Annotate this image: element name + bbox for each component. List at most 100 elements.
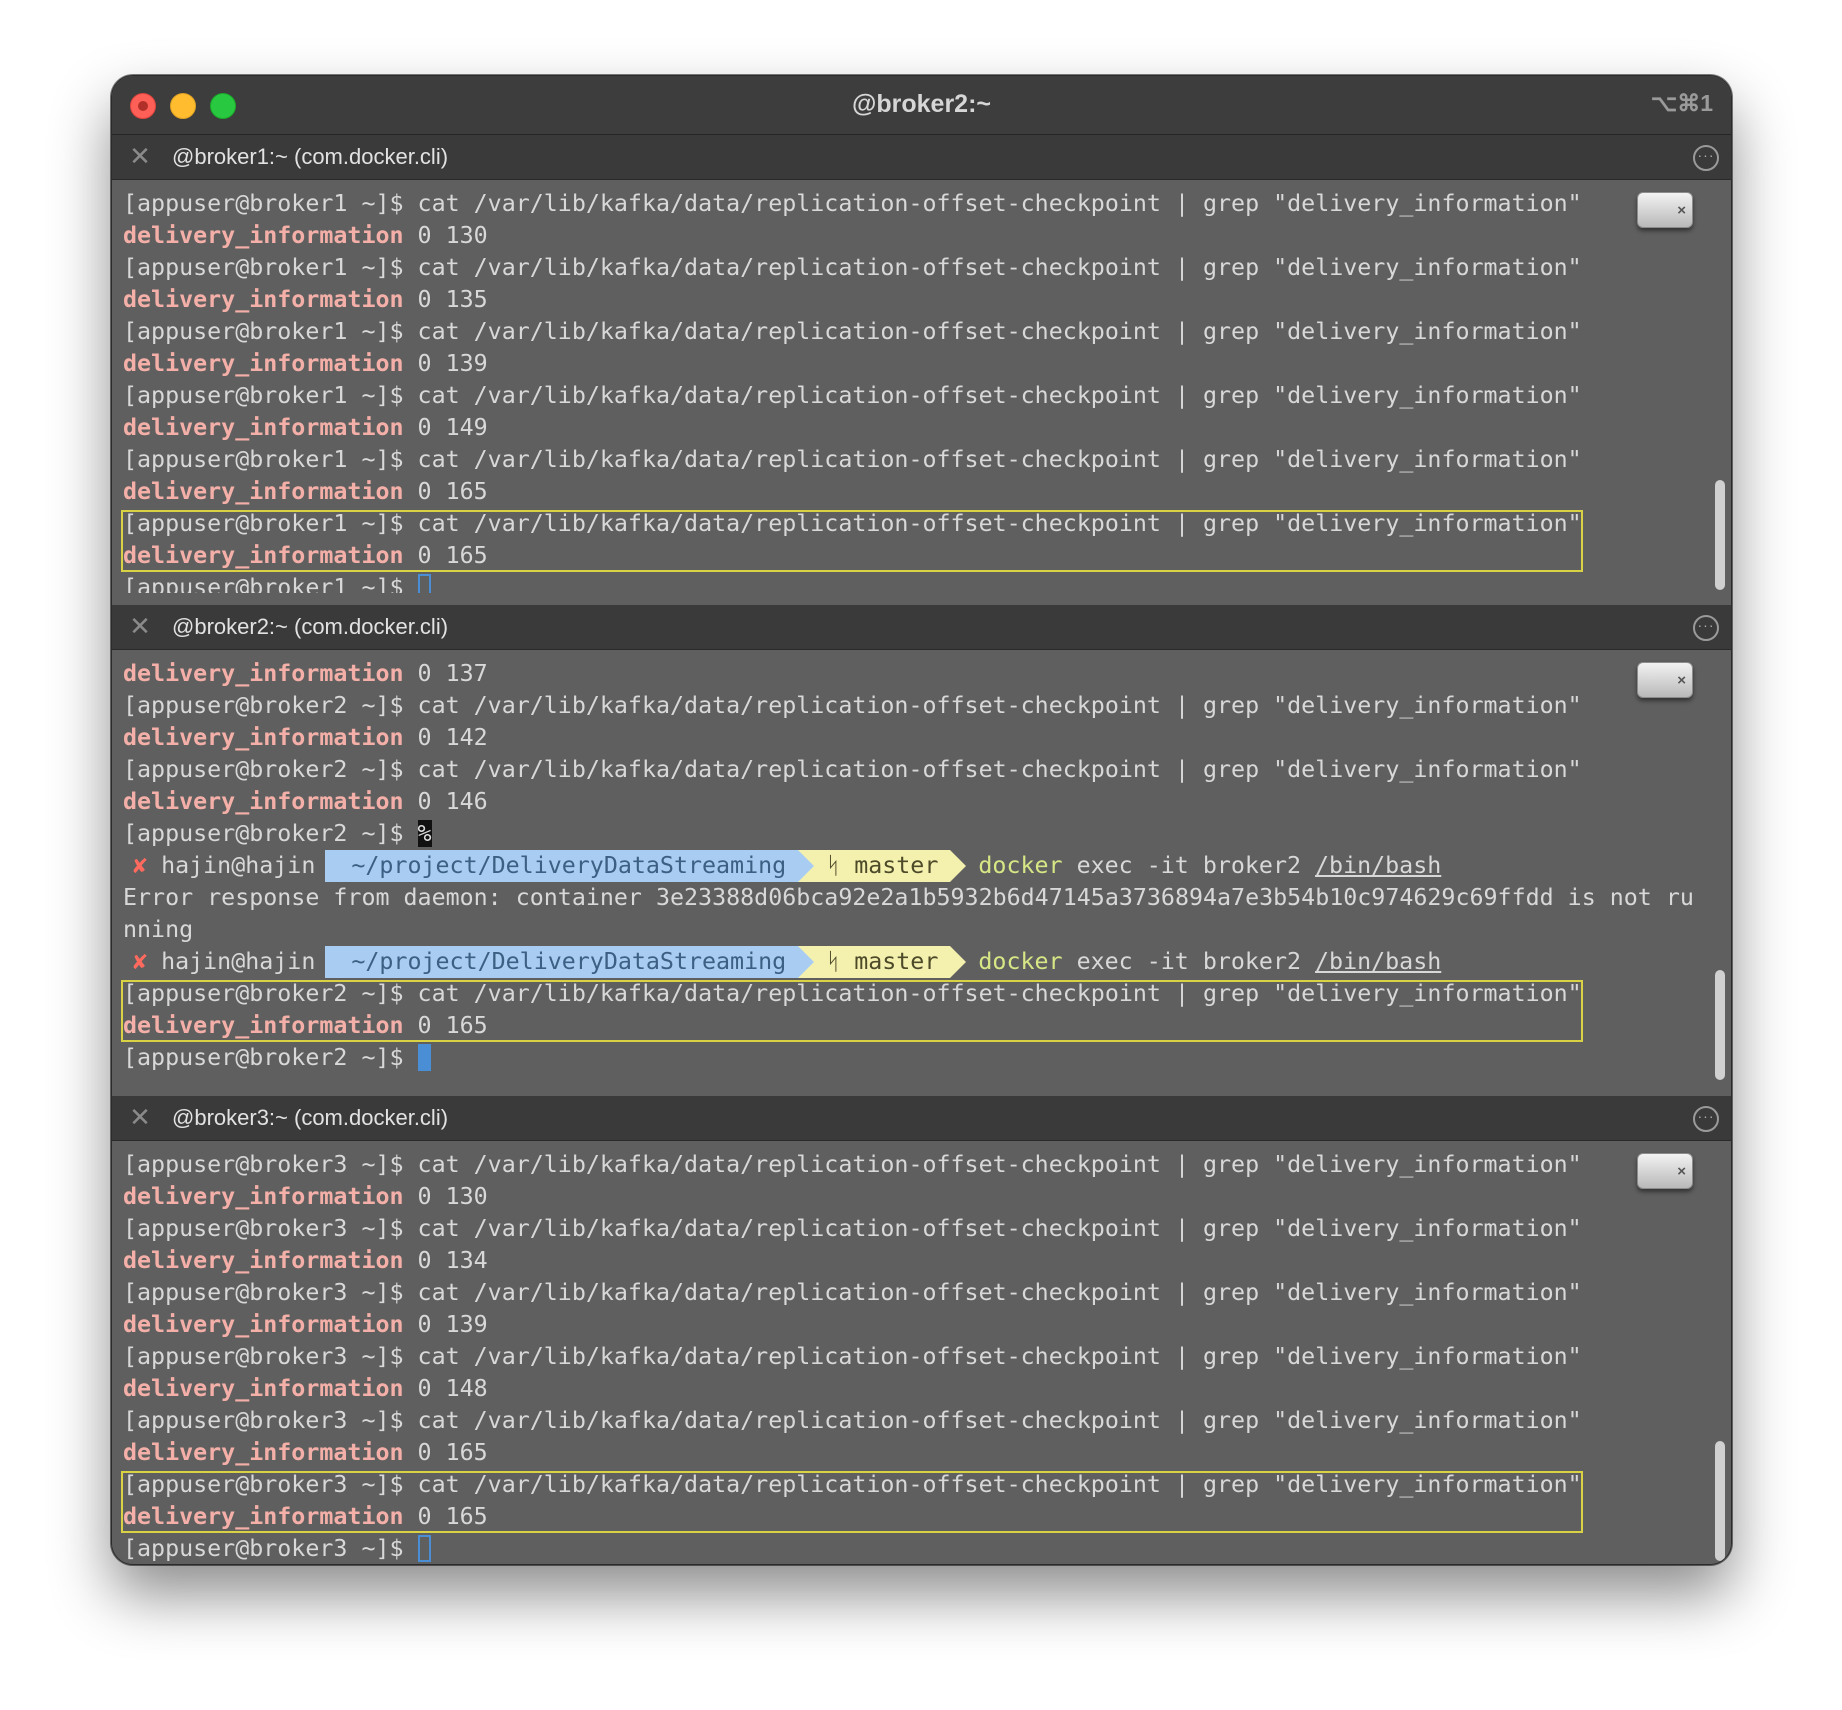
command-text: cat /var/lib/kafka/data/replication-offs… <box>417 1215 1582 1242</box>
close-icon[interactable]: ✕ <box>126 612 154 640</box>
shell-prompt: [appuser@broker3 ~]$ <box>123 1535 418 1562</box>
topic-name: delivery_information <box>123 350 404 377</box>
terminal-line: [appuser@broker3 ~]$ cat /var/lib/kafka/… <box>123 1277 1582 1309</box>
offset-values: 0 134 <box>403 1247 488 1274</box>
eject-icon[interactable]: × <box>1637 1153 1693 1189</box>
topic-name: delivery_information <box>123 724 404 751</box>
offset-values: 0 165 <box>403 478 488 505</box>
command-text: cat /var/lib/kafka/data/replication-offs… <box>417 318 1582 345</box>
offset-values: 0 137 <box>403 660 488 687</box>
terminal-line: delivery_information 0 137 <box>123 658 1694 690</box>
terminal-line: [appuser@broker2 ~]$ % <box>123 818 1694 850</box>
close-icon[interactable]: ✕ <box>126 142 154 170</box>
shell-prompt: [appuser@broker2 ~]$ <box>123 1044 418 1071</box>
topic-name: delivery_information <box>123 660 404 687</box>
scrollbar[interactable] <box>1713 650 1727 1080</box>
scrollbar[interactable] <box>1713 180 1727 593</box>
command-text: cat /var/lib/kafka/data/replication-offs… <box>417 756 1582 783</box>
topic-name: delivery_information <box>123 1439 404 1466</box>
shell-prompt: [appuser@broker1 ~]$ <box>123 574 418 593</box>
terminal-line: delivery_information 0 165 <box>123 1437 1582 1469</box>
scrollbar[interactable] <box>1713 1141 1727 1564</box>
title-bar: @broker2:~ ⌥⌘1 <box>112 76 1731 135</box>
offset-values: 0 165 <box>403 1439 488 1466</box>
terminal-line: [appuser@broker2 ~]$ <box>123 1042 1694 1074</box>
eject-icon[interactable]: × <box>1637 192 1693 228</box>
terminal-line: delivery_information 0 135 <box>123 284 1582 316</box>
prompt-user: hajin@hajin <box>161 948 316 975</box>
close-icon[interactable]: ✕ <box>126 1103 154 1131</box>
window-title: @broker2:~ <box>851 90 991 118</box>
command-path: /bin/bash <box>1315 852 1442 879</box>
error-x-icon: ✘ <box>133 948 162 975</box>
shell-prompt: [appuser@broker1 ~]$ <box>123 318 418 345</box>
terminal-line: delivery_information 0 134 <box>123 1245 1582 1277</box>
command-text: cat /var/lib/kafka/data/replication-offs… <box>417 1151 1582 1178</box>
terminal-line: [appuser@broker2 ~]$ cat /var/lib/kafka/… <box>123 754 1694 786</box>
text-cursor <box>417 1535 431 1562</box>
terminal-line: [appuser@broker1 ~]$ cat /var/lib/kafka/… <box>123 380 1582 412</box>
command-text: cat /var/lib/kafka/data/replication-offs… <box>417 1279 1582 1306</box>
terminal-line: delivery_information 0 148 <box>123 1373 1582 1405</box>
shell-prompt: [appuser@broker3 ~]$ <box>123 1279 418 1306</box>
pane-body-broker3[interactable]: [appuser@broker3 ~]$ cat /var/lib/kafka/… <box>112 1141 1731 1564</box>
offset-values: 0 130 <box>403 1183 488 1210</box>
terminal-line: [appuser@broker2 ~]$ cat /var/lib/kafka/… <box>123 690 1694 722</box>
terminal-line: ✘ hajin@hajin ~/project/DeliveryDataStrea… <box>123 946 1694 978</box>
terminal-line: [appuser@broker3 ~]$ <box>123 1533 1582 1564</box>
prompt-git-segment: ᛋ master <box>798 946 967 978</box>
error-x-icon: ✘ <box>133 852 162 879</box>
topic-name: delivery_information <box>123 286 404 313</box>
more-options-icon[interactable]: ··· <box>1693 145 1719 171</box>
topic-name: delivery_information <box>123 414 404 441</box>
terminal-line: delivery_information 0 130 <box>123 1181 1582 1213</box>
git-branch-icon: ᛋ <box>826 852 855 879</box>
shell-prompt: [appuser@broker1 ~]$ <box>123 382 418 409</box>
topic-name: delivery_information <box>123 1311 404 1338</box>
more-options-icon[interactable]: ··· <box>1693 1106 1719 1132</box>
more-options-icon[interactable]: ··· <box>1693 615 1719 641</box>
terminal-line: [appuser@broker3 ~]$ cat /var/lib/kafka/… <box>123 1405 1582 1437</box>
window-shortcut: ⌥⌘1 <box>1650 90 1713 116</box>
offset-values: 0 139 <box>403 350 488 377</box>
terminal-line: [appuser@broker1 ~]$ cat /var/lib/kafka/… <box>123 316 1582 348</box>
terminal-line: delivery_information 0 165 <box>123 476 1582 508</box>
highlight-box <box>121 980 1583 1042</box>
shell-prompt: [appuser@broker2 ~]$ <box>123 692 418 719</box>
pane-header-broker3[interactable]: ✕ @broker3:~ (com.docker.cli) ··· <box>112 1096 1731 1141</box>
topic-name: delivery_information <box>123 478 404 505</box>
eject-icon[interactable]: × <box>1637 662 1693 698</box>
git-branch-name: master <box>854 852 939 879</box>
command-text: cat /var/lib/kafka/data/replication-offs… <box>417 382 1582 409</box>
pane-body-broker1[interactable]: [appuser@broker1 ~]$ cat /var/lib/kafka/… <box>112 180 1731 593</box>
text-cursor <box>417 1044 431 1071</box>
scrollbar-thumb[interactable] <box>1715 1441 1725 1561</box>
git-branch-name: master <box>854 948 939 975</box>
command-text: cat /var/lib/kafka/data/replication-offs… <box>417 1407 1582 1434</box>
terminal-line: delivery_information 0 149 <box>123 412 1582 444</box>
offset-values: 0 149 <box>403 414 488 441</box>
terminal-line: [appuser@broker1 ~]$ cat /var/lib/kafka/… <box>123 188 1582 220</box>
command-name: docker <box>978 852 1063 879</box>
offset-values: 0 139 <box>403 1311 488 1338</box>
scrollbar-thumb[interactable] <box>1715 480 1725 590</box>
shell-prompt: [appuser@broker3 ~]$ <box>123 1343 418 1370</box>
highlight-box <box>121 510 1583 572</box>
command-text: cat /var/lib/kafka/data/replication-offs… <box>417 446 1582 473</box>
terminal-window: @broker2:~ ⌥⌘1 ✕ @broker1:~ (com.docker.… <box>111 75 1732 1565</box>
terminal-line: [appuser@broker3 ~]$ cat /var/lib/kafka/… <box>123 1213 1582 1245</box>
shell-prompt: [appuser@broker3 ~]$ <box>123 1215 418 1242</box>
offset-values: 0 142 <box>403 724 488 751</box>
topic-name: delivery_information <box>123 1183 404 1210</box>
pane-header-broker2[interactable]: ✕ @broker2:~ (com.docker.cli) ··· <box>112 605 1731 650</box>
pane-body-broker2[interactable]: delivery_information 0 137 [appuser@broke… <box>112 650 1731 1080</box>
error-text: nning <box>123 916 194 943</box>
command-text: cat /var/lib/kafka/data/replication-offs… <box>417 190 1582 217</box>
scrollbar-thumb[interactable] <box>1715 970 1725 1080</box>
highlight-box <box>121 1471 1583 1533</box>
terminal-line: delivery_information 0 146 <box>123 786 1694 818</box>
pane-header-broker1[interactable]: ✕ @broker1:~ (com.docker.cli) ··· <box>112 135 1731 180</box>
shell-prompt: [appuser@broker2 ~]$ <box>123 820 418 847</box>
terminal-line: [appuser@broker1 ~]$ cat /var/lib/kafka/… <box>123 444 1582 476</box>
shell-prompt: [appuser@broker2 ~]$ <box>123 756 418 783</box>
